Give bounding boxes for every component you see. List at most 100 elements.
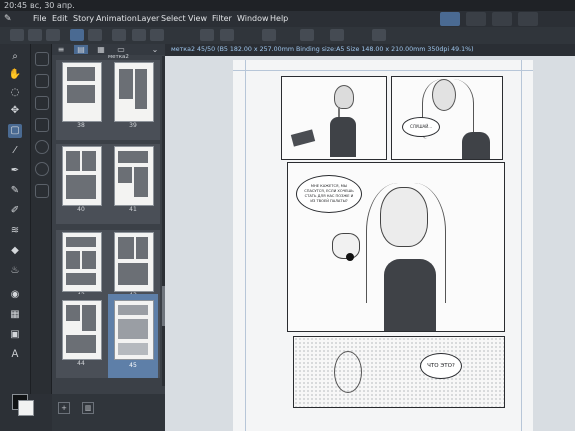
canvas-area[interactable]: СЛУШАЙ... МНЕ КАЖЕТСЯ, МЫ СПАСУТСЯ, ЕСЛИ…	[165, 56, 575, 431]
open-icon[interactable]	[28, 29, 42, 41]
system-status-bar: 20:45 вс, 30 апр.	[0, 0, 575, 11]
subtool-1-icon[interactable]	[35, 52, 49, 66]
sub-tool-bar	[31, 44, 52, 431]
tool-bar: ⌕ ✋ ◌ ✥ ▢ ⁄ ✒ ✎ ✐ ≋ ◆ ♨ ◉ ▦ ▣ Ａ	[0, 44, 31, 431]
lasso-icon[interactable]: ◌	[8, 86, 22, 100]
transform-icon[interactable]	[200, 29, 214, 41]
paste-icon[interactable]	[150, 29, 164, 41]
page-number: 40	[77, 206, 85, 213]
select-all-icon[interactable]	[262, 29, 276, 41]
menu-story[interactable]: Story	[73, 11, 94, 27]
blend-icon[interactable]: ♨	[8, 264, 22, 278]
new-icon[interactable]	[10, 29, 24, 41]
zoom-icon[interactable]: ⌕	[8, 50, 22, 64]
manga-page: СЛУШАЙ... МНЕ КАЖЕТСЯ, МЫ СПАСУТСЯ, ЕСЛИ…	[233, 60, 533, 431]
app-menu-icon[interactable]: ✎	[4, 14, 14, 24]
bleed-guide	[233, 70, 533, 71]
page-number: 39	[129, 122, 137, 129]
menu-file[interactable]: File	[33, 11, 46, 27]
layout-icon[interactable]	[466, 12, 486, 26]
page-image	[114, 300, 154, 360]
sub-color-swatch[interactable]	[18, 400, 34, 416]
page-list-icon[interactable]: ▭	[114, 45, 128, 54]
status-time: 20:45	[4, 1, 28, 10]
menu-edit[interactable]: Edit	[52, 11, 68, 27]
deselect-icon[interactable]	[300, 29, 314, 41]
gradient-icon[interactable]: ▦	[8, 308, 22, 322]
undo-icon[interactable]	[70, 29, 84, 41]
page-thumb[interactable]: 41	[108, 144, 158, 224]
panel-icon[interactable]	[492, 12, 512, 26]
subtool-5-icon[interactable]	[35, 140, 49, 154]
page-thumb[interactable]: 40	[56, 144, 106, 224]
pen-icon[interactable]: ✒	[8, 164, 22, 178]
eyedropper-icon[interactable]: ⁄	[8, 144, 22, 158]
page-image	[62, 62, 102, 122]
subtool-6-icon[interactable]	[35, 162, 49, 176]
page-grid-icon[interactable]: ▦	[94, 45, 108, 54]
page-thumb[interactable]: 44	[56, 298, 106, 378]
settings-icon[interactable]	[372, 29, 386, 41]
menu-select[interactable]: Select	[161, 11, 186, 27]
redo-icon[interactable]	[88, 29, 102, 41]
page-image	[62, 146, 102, 206]
bleed-guide	[245, 60, 246, 431]
move-icon[interactable]: ✥	[8, 104, 22, 118]
page-manager-panel: ≡ ▤ ▦ ▭ ⌄ метка2 38 39 40 41 44 45	[52, 44, 165, 394]
brush-icon[interactable]: ✐	[8, 204, 22, 218]
page-number: 44	[77, 360, 85, 367]
save-icon[interactable]	[46, 29, 60, 41]
figure-icon[interactable]: ▣	[8, 328, 22, 342]
page-image	[114, 146, 154, 206]
menu-layer[interactable]: Layer	[137, 11, 159, 27]
comic-panel-3: МНЕ КАЖЕТСЯ, МЫ СПАСУТСЯ, ЕСЛИ ХОЧЕШЬ СТ…	[287, 162, 505, 332]
invert-icon[interactable]	[330, 29, 344, 41]
add-page-icon[interactable]: +	[58, 402, 70, 414]
text-icon[interactable]: Ａ	[8, 348, 22, 362]
subtool-7-icon[interactable]	[35, 184, 49, 198]
subtool-3-icon[interactable]	[35, 96, 49, 110]
panel-menu-icon[interactable]: ≡	[54, 45, 68, 54]
page-view-icon[interactable]: ▤	[74, 45, 88, 54]
menu-window[interactable]: Window	[237, 11, 269, 27]
fill-icon[interactable]	[220, 29, 234, 41]
fill-bucket-icon[interactable]: ◉	[8, 288, 22, 302]
subtool-2-icon[interactable]	[35, 74, 49, 88]
airbrush-icon[interactable]: ≋	[8, 224, 22, 238]
comic-panel-2: СЛУШАЙ...	[391, 76, 503, 160]
status-date: вс, 30 апр.	[30, 1, 75, 10]
page-image	[62, 300, 102, 360]
collapse-icon[interactable]: ⌄	[148, 45, 162, 54]
page-thumb-selected[interactable]: 45	[108, 294, 158, 378]
pen-mode-icon[interactable]	[440, 12, 460, 26]
subtool-4-icon[interactable]	[35, 118, 49, 132]
hand-icon[interactable]: ✋	[8, 68, 22, 82]
page-spread: 38 39	[56, 60, 160, 140]
menu-animation[interactable]: Animation	[96, 11, 137, 27]
comic-panel-1	[281, 76, 387, 160]
page-thumb[interactable]: 38	[56, 60, 106, 140]
page-number: 38	[77, 122, 85, 129]
page-spread: 44 45	[56, 294, 160, 378]
delete-page-icon[interactable]: ▥	[82, 402, 94, 414]
page-thumb[interactable]: 39	[108, 60, 158, 140]
eraser-icon[interactable]: ◆	[8, 244, 22, 258]
copy-icon[interactable]	[132, 29, 146, 41]
page-spread: 40 41	[56, 144, 160, 224]
document-tab[interactable]: метка2 45/50 (B5 182.00 x 257.00mm Bindi…	[171, 45, 474, 55]
panel-footer: + ▥	[52, 394, 165, 431]
page-image	[62, 232, 102, 292]
window-icon[interactable]	[518, 12, 538, 26]
menu-help[interactable]: Help	[270, 11, 288, 27]
bleed-guide	[521, 60, 522, 431]
menu-view[interactable]: View	[188, 11, 207, 27]
speech-bubble-top: СЛУШАЙ...	[402, 117, 440, 137]
pencil-icon[interactable]: ✎	[8, 184, 22, 198]
menu-filter[interactable]: Filter	[212, 11, 232, 27]
clip-studio-window: 20:45 вс, 30 апр. ✎ File Edit Story Anim…	[0, 0, 575, 431]
page-image	[114, 232, 154, 292]
select-icon[interactable]: ▢	[8, 124, 22, 138]
menu-bar: ✎ File Edit Story Animation Layer Select…	[0, 11, 575, 27]
clear-icon[interactable]	[112, 29, 126, 41]
command-bar	[0, 27, 575, 45]
